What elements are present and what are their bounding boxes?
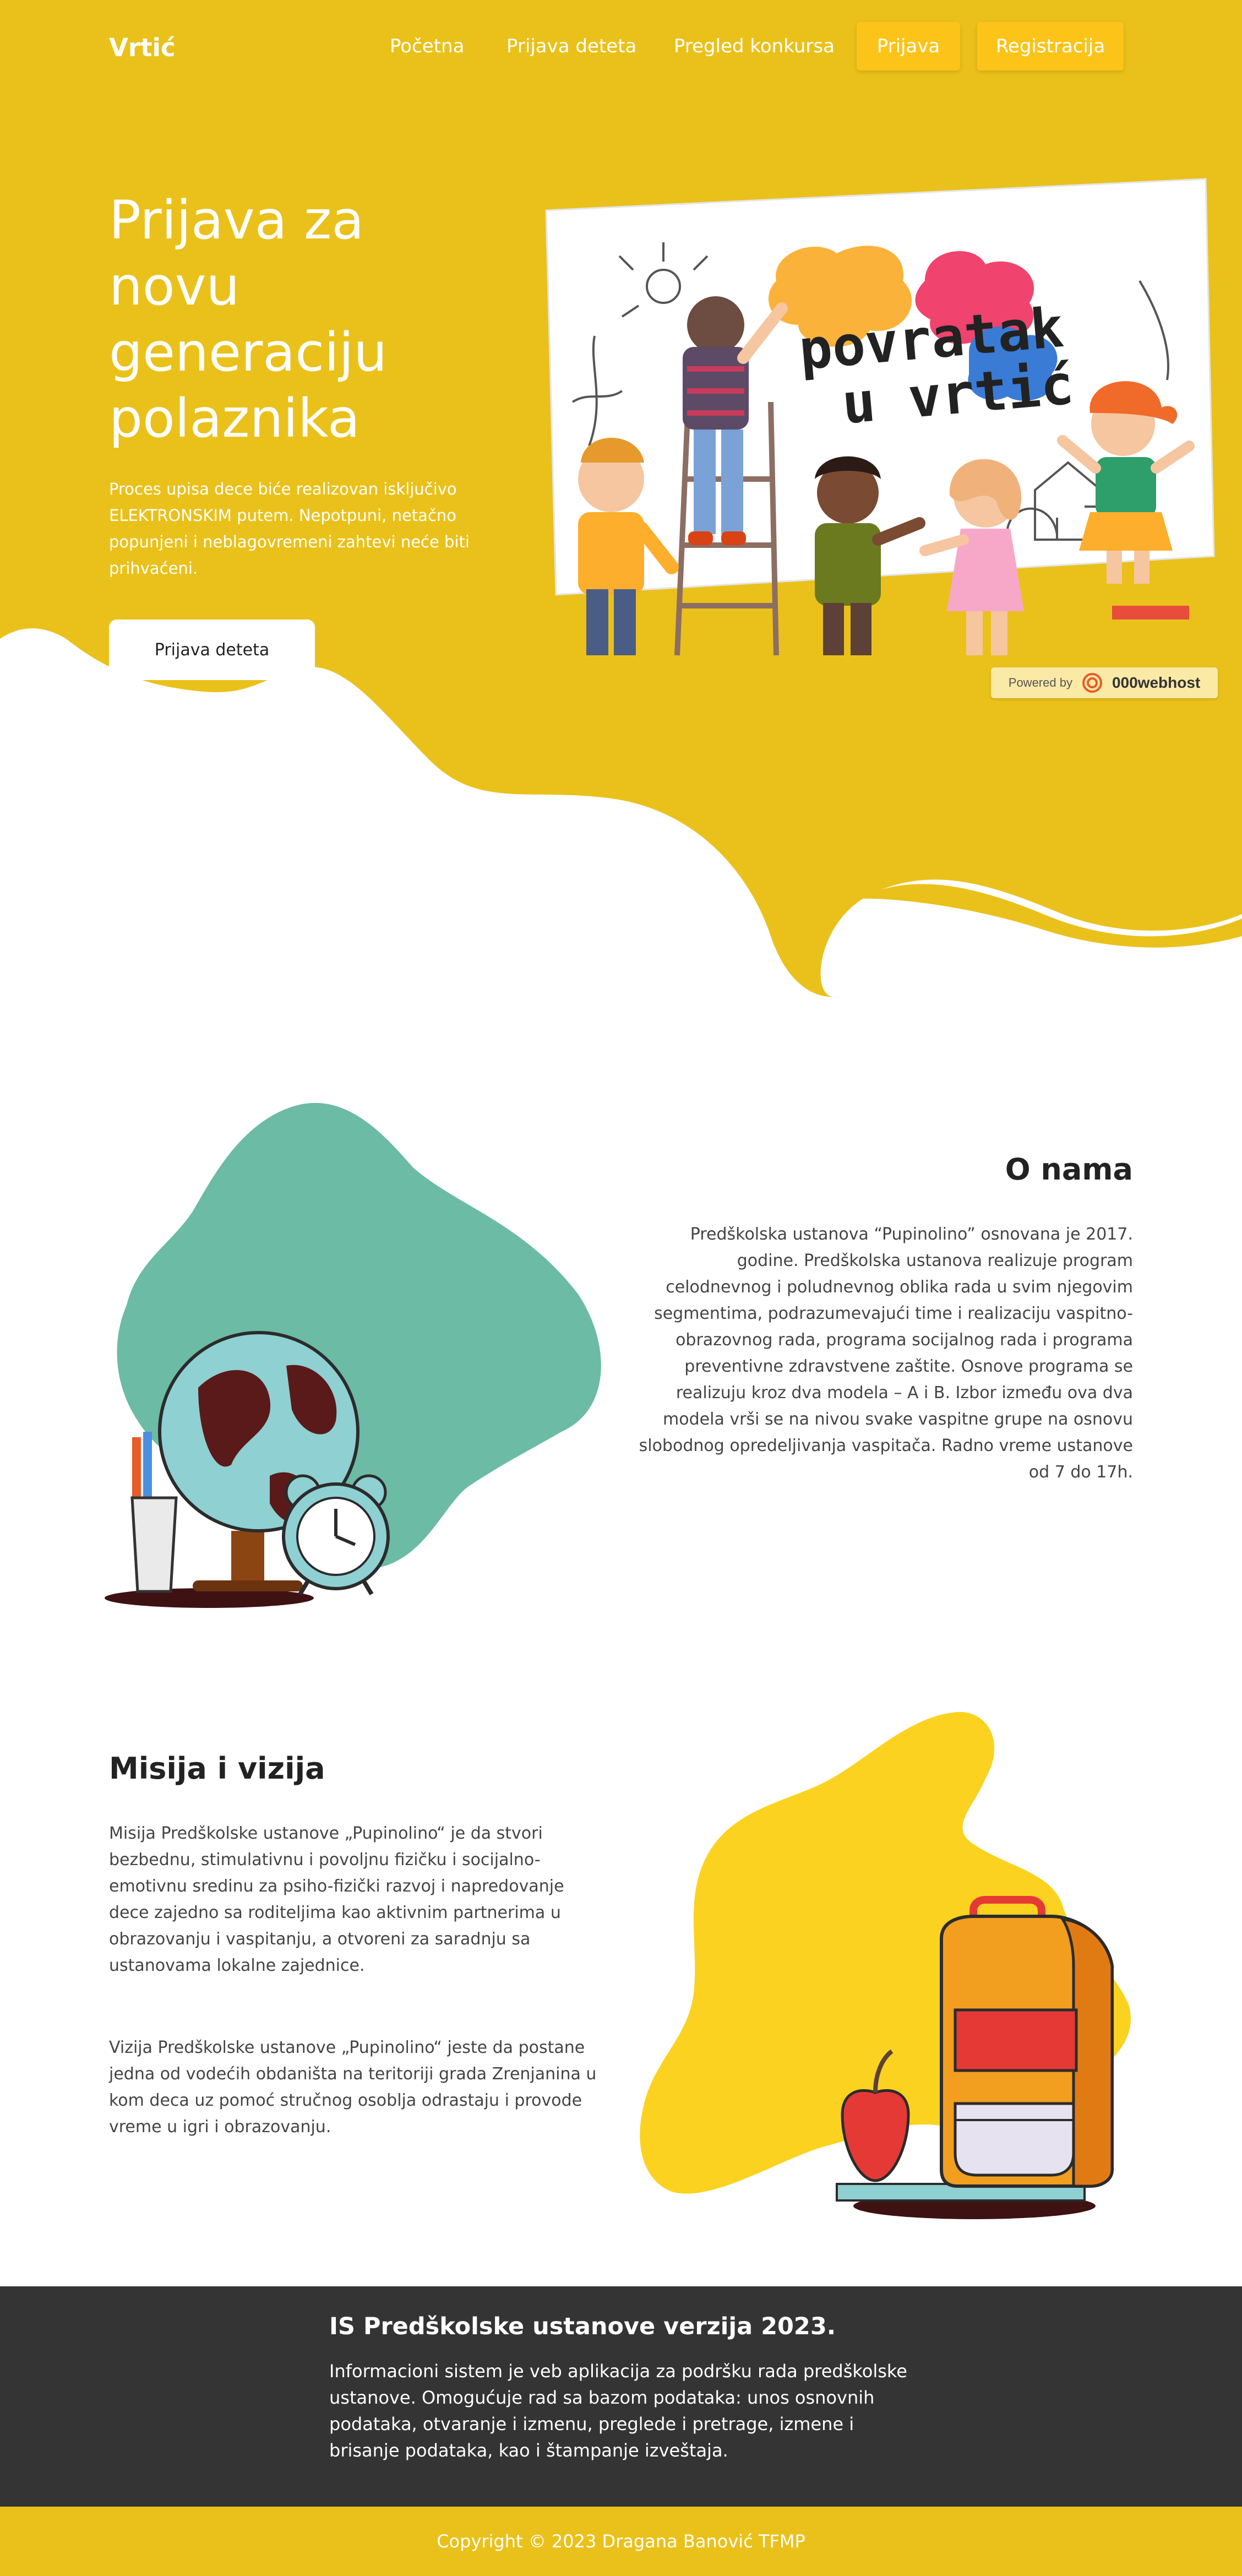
mission-title: Misija i vizija <box>109 1751 325 1786</box>
register-button[interactable]: Registracija <box>977 22 1124 70</box>
copyright-text: Copyright © 2023 Dragana Banović TFMP <box>437 2531 805 2552</box>
hero-section: Vrtić Početna Prijava deteta Pregled kon… <box>0 0 1242 1013</box>
vision-text: Vizija Predškolske ustanove „Pupinolino“… <box>109 2038 597 2137</box>
about-text: Predškolska ustanova “Pupinolino” osnova… <box>639 1225 1133 1482</box>
mission-text: Misija Predškolske ustanove „Pupinolino“… <box>109 1824 564 1975</box>
children-painting-illustration: povratak u vrtić <box>545 178 1215 656</box>
footer-copyright-bar: Copyright © 2023 Dragana Banović TFMP <box>0 2507 1242 2576</box>
nav-link-prijava-deteta[interactable]: Prijava deteta <box>506 35 636 57</box>
navbar: Vrtić Početna Prijava deteta Pregled kon… <box>0 0 1242 94</box>
powered-by-badge[interactable]: Powered by 000webhost <box>991 667 1218 698</box>
powered-by-label: Powered by <box>1008 676 1072 689</box>
nav-link-pregled-konkursa[interactable]: Pregled konkursa <box>674 35 835 57</box>
school-backpack-and-apple-illustration <box>640 1711 1131 2219</box>
brand-logo[interactable]: Vrtić <box>109 33 176 62</box>
login-button[interactable]: Prijava <box>857 22 960 70</box>
nav-link-pocetna[interactable]: Početna <box>390 35 464 57</box>
alarm-clock <box>282 1474 390 1596</box>
powered-by-name: 000webhost <box>1112 674 1201 691</box>
footer-description: Informacioni sistem je veb aplikacija za… <box>329 2361 907 2461</box>
hero-title: Prijava za novu generaciju polaznika <box>109 189 388 449</box>
backpack <box>940 1896 1114 2188</box>
apply-child-button[interactable]: Prijava deteta <box>109 619 315 680</box>
about-title: O nama <box>1005 1152 1133 1187</box>
globe-and-alarm-clock-illustration <box>105 1102 601 1608</box>
footer-title: IS Predškolske ustanove verzija 2023. <box>329 2313 836 2340</box>
hero-description: Proces upisa dece biće realizovan isklju… <box>109 480 470 578</box>
000webhost-logo-icon <box>1082 673 1102 693</box>
